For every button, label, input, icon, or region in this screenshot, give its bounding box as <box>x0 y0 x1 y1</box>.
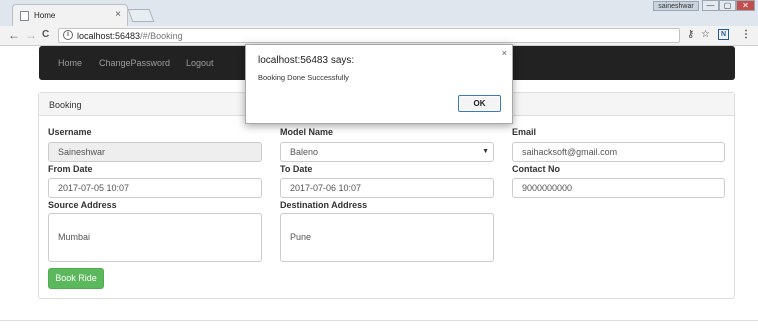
dialog-close-icon[interactable]: × <box>502 48 507 58</box>
book-ride-button[interactable]: Book Ride <box>48 268 104 289</box>
new-tab-button[interactable] <box>127 9 155 22</box>
url-host: localhost:56483 <box>77 31 141 41</box>
nav-logout-link[interactable]: Logout <box>186 58 214 68</box>
to-date-field[interactable]: 2017-07-06 10:07 <box>280 178 494 198</box>
extension-icon[interactable]: N <box>718 29 729 40</box>
contact-no-field[interactable]: 9000000000 <box>512 178 725 198</box>
browser-toolbar: ← → C i localhost:56483/#/Booking ⚷ ☆ N … <box>0 26 758 46</box>
dialog-title: localhost:56483 says: <box>258 55 355 66</box>
key-icon[interactable]: ⚷ <box>687 28 694 42</box>
nav-change-password-link[interactable]: ChangePassword <box>99 58 170 68</box>
back-arrow-icon[interactable]: ← <box>8 28 20 42</box>
site-info-icon[interactable]: i <box>63 30 73 40</box>
to-date-label: To Date <box>280 164 313 174</box>
browser-titlebar: Home × saineshwar — ▢ ✕ <box>0 0 758 26</box>
window-close-button[interactable]: ✕ <box>736 0 755 11</box>
model-name-select[interactable]: Baleno ▼ <box>280 142 494 162</box>
dialog-ok-button[interactable]: OK <box>458 95 501 112</box>
reload-icon[interactable]: C <box>42 28 49 42</box>
url-path: /#/Booking <box>140 31 183 41</box>
username-field[interactable]: Saineshwar <box>48 142 262 162</box>
alert-dialog: localhost:56483 says: × Booking Done Suc… <box>245 44 513 124</box>
from-date-label: From Date <box>48 164 93 174</box>
page-favicon-icon <box>20 11 29 21</box>
destination-address-label: Destination Address <box>280 200 368 210</box>
source-address-label: Source Address <box>48 200 117 210</box>
minimize-button[interactable]: — <box>702 0 719 11</box>
email-field[interactable]: saihacksoft@gmail.com <box>512 142 725 162</box>
destination-address-field[interactable]: Pune <box>280 213 494 262</box>
panel-title: Booking <box>49 100 82 110</box>
maximize-button[interactable]: ▢ <box>719 0 736 11</box>
bookmark-star-icon[interactable]: ☆ <box>701 28 710 42</box>
browser-tab-home[interactable]: Home × <box>12 4 128 26</box>
source-address-field[interactable]: Mumbai <box>48 213 262 262</box>
footer-divider <box>0 320 758 321</box>
email-label: Email <box>512 127 537 137</box>
username-label: Username <box>48 127 92 137</box>
contact-no-label: Contact No <box>512 164 560 174</box>
model-name-label: Model Name <box>280 127 334 137</box>
from-date-field[interactable]: 2017-07-05 10:07 <box>48 178 262 198</box>
forward-arrow-icon[interactable]: → <box>25 28 37 42</box>
model-name-value: Baleno <box>290 147 319 157</box>
address-bar[interactable]: i localhost:56483/#/Booking <box>58 28 680 43</box>
browser-menu-icon[interactable]: ⋮ <box>741 28 751 42</box>
address-url: localhost:56483/#/Booking <box>77 30 183 42</box>
dialog-message: Booking Done Successfully <box>258 73 349 82</box>
tab-title: Home <box>34 11 56 20</box>
tab-close-icon[interactable]: × <box>115 9 121 20</box>
dropdown-caret-icon: ▼ <box>482 148 489 155</box>
nav-home-link[interactable]: Home <box>58 58 82 68</box>
profile-badge[interactable]: saineshwar <box>653 1 699 11</box>
